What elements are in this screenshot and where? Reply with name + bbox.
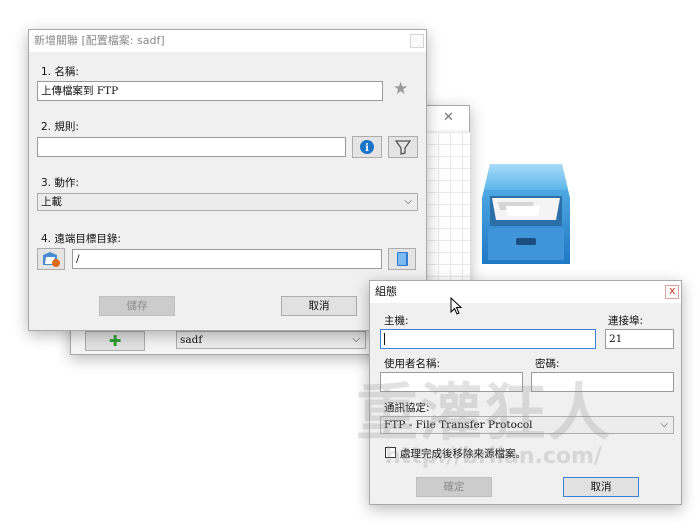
- target-input[interactable]: /: [72, 249, 382, 269]
- save-button[interactable]: 儲存: [99, 296, 175, 316]
- svg-text:i: i: [365, 143, 369, 154]
- name-label: 1. 名稱:: [41, 66, 79, 78]
- host-input[interactable]: [380, 329, 596, 349]
- action-select[interactable]: 上載 ⌵: [37, 193, 418, 211]
- cancel-button[interactable]: 取消: [281, 296, 357, 316]
- target-label: 4. 遠端目標目錄:: [41, 233, 121, 245]
- close-icon: x: [669, 284, 676, 297]
- remote-folder-icon: [43, 252, 60, 267]
- host-label: 主機:: [384, 315, 409, 327]
- action-select-value: 上載: [41, 196, 62, 208]
- plus-icon: ✚: [108, 332, 122, 350]
- add-button[interactable]: ✚: [85, 331, 145, 351]
- config-cancel-button[interactable]: 取消: [563, 477, 639, 497]
- mouse-pointer-icon: [450, 297, 463, 315]
- ok-button[interactable]: 確定: [416, 477, 492, 497]
- action-label: 3. 動作:: [41, 177, 79, 189]
- rule-label: 2. 規則:: [41, 121, 79, 133]
- port-input[interactable]: 21: [605, 329, 674, 349]
- watermark-url: http://briian.com/: [385, 444, 602, 469]
- profile-select[interactable]: sadf ⌵: [176, 331, 366, 349]
- rule-input[interactable]: [37, 137, 346, 157]
- book-icon: [397, 252, 408, 266]
- file-cabinet-icon: [478, 158, 574, 270]
- text-cursor: [384, 333, 385, 345]
- star-icon[interactable]: ★: [393, 79, 408, 99]
- config-close-button[interactable]: x: [665, 284, 679, 299]
- rule-dialog: 新增關聯 [配置檔案: sadf] 1. 名稱: 上傳檔案到 FTP ★ 2. …: [28, 29, 427, 331]
- profile-select-value: sadf: [180, 334, 203, 346]
- remote-browse-button[interactable]: [37, 248, 65, 270]
- config-dialog-title: 組態: [370, 281, 681, 303]
- info-button[interactable]: i: [352, 136, 382, 158]
- chevron-down-icon: ⌵: [404, 196, 412, 207]
- filter-button[interactable]: [388, 136, 418, 158]
- background-close-icon[interactable]: ✕: [443, 110, 454, 125]
- watermark-text: 重灌狂人: [356, 376, 613, 449]
- book-button[interactable]: [388, 248, 416, 270]
- chevron-down-icon: ⌵: [660, 419, 668, 430]
- name-input[interactable]: 上傳檔案到 FTP: [37, 81, 383, 101]
- port-label: 連接埠:: [608, 315, 644, 327]
- info-icon: i: [360, 140, 374, 154]
- rule-dialog-close-button[interactable]: [410, 34, 424, 48]
- rule-dialog-title: 新增關聯 [配置檔案: sadf]: [29, 30, 426, 52]
- filter-icon: [394, 140, 412, 155]
- chevron-down-icon: ⌵: [352, 334, 360, 345]
